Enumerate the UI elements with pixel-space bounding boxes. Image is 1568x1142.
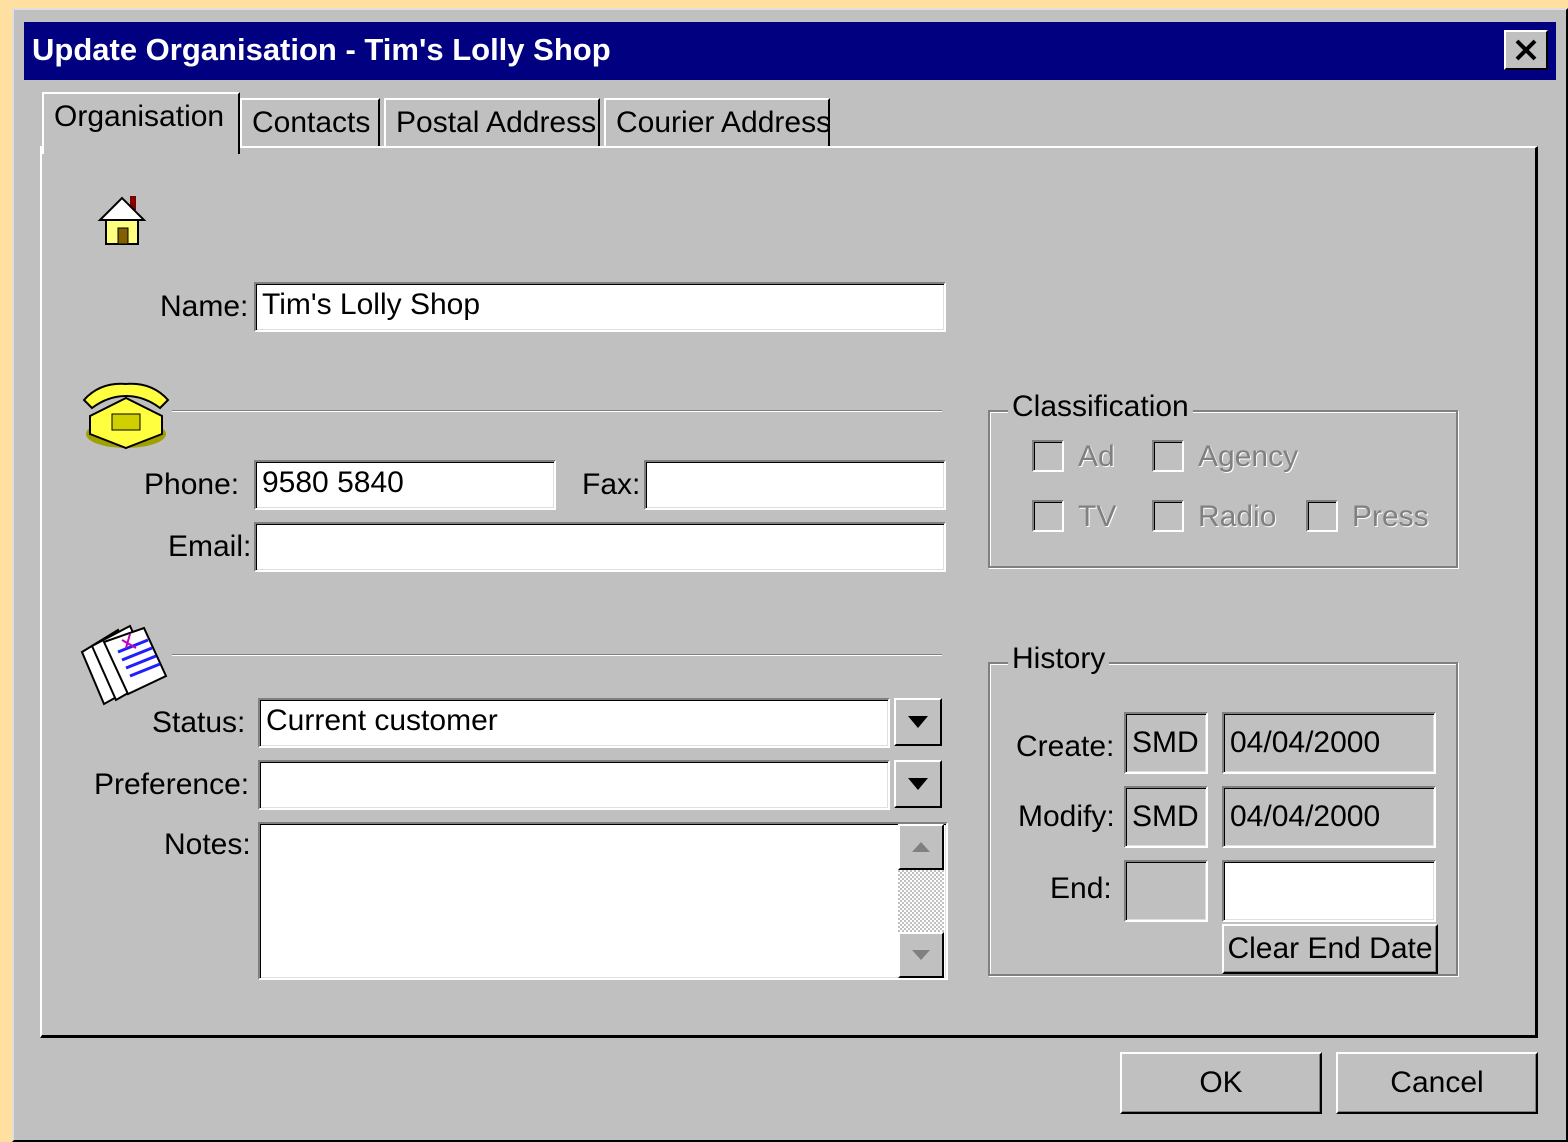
name-label: Name: — [160, 290, 249, 323]
telephone-icon — [82, 382, 170, 450]
preference-select[interactable] — [258, 760, 890, 810]
title-bar[interactable]: Update Organisation - Tim's Lolly Shop — [24, 22, 1556, 80]
scroll-down-button[interactable] — [898, 932, 944, 978]
fax-label: Fax: — [582, 468, 641, 501]
tab-organisation[interactable]: Organisation — [42, 92, 240, 154]
create-label: Create: — [1016, 730, 1115, 763]
ad-checkbox[interactable] — [1032, 440, 1064, 472]
ad-label: Ad — [1078, 440, 1115, 473]
notes-label: Notes: — [164, 828, 251, 861]
tab-postal-address-label: Postal Address — [396, 106, 597, 139]
notes-textarea[interactable] — [258, 822, 948, 980]
history-title: History — [1008, 642, 1110, 676]
tab-contacts[interactable]: Contacts — [240, 98, 380, 150]
name-input[interactable]: Tim's Lolly Shop — [254, 282, 946, 332]
phone-input[interactable]: 9580 5840 — [254, 460, 556, 510]
modify-label: Modify: — [1018, 800, 1115, 833]
close-button[interactable] — [1504, 30, 1548, 70]
tab-courier-address[interactable]: Courier Address — [604, 98, 832, 150]
press-checkbox[interactable] — [1306, 500, 1338, 532]
history-group: History Create: SMD 04/04/2000 Modify: S… — [988, 642, 1458, 976]
contact-separator — [172, 410, 942, 412]
status-label: Status: — [152, 706, 246, 739]
chevron-down-icon — [908, 716, 928, 728]
ok-label: OK — [1199, 1066, 1243, 1099]
agency-checkbox[interactable] — [1152, 440, 1184, 472]
cancel-label: Cancel — [1390, 1066, 1484, 1099]
end-date-input[interactable] — [1222, 860, 1436, 922]
chevron-down-icon — [912, 950, 930, 960]
notes-separator — [172, 654, 942, 656]
modify-date-field: 04/04/2000 — [1222, 786, 1436, 848]
chevron-up-icon — [912, 842, 930, 852]
email-label: Email: — [168, 530, 252, 563]
preference-dropdown-button[interactable] — [894, 760, 942, 808]
scroll-up-button[interactable] — [898, 824, 944, 870]
cancel-button[interactable]: Cancel — [1336, 1052, 1538, 1114]
end-label: End: — [1050, 872, 1112, 905]
tab-courier-address-label: Courier Address — [616, 106, 832, 139]
classification-title: Classification — [1008, 390, 1193, 424]
chevron-down-icon — [908, 778, 928, 790]
modify-user-field: SMD — [1124, 786, 1208, 848]
email-input[interactable] — [254, 522, 946, 572]
agency-label: Agency — [1198, 440, 1299, 473]
radio-label: Radio — [1198, 500, 1277, 533]
preference-label: Preference: — [94, 768, 250, 801]
clear-end-date-button[interactable]: Clear End Date — [1222, 924, 1438, 974]
classification-group: Classification Ad Agency TV Radio Press — [988, 390, 1458, 568]
ok-button[interactable]: OK — [1120, 1052, 1322, 1114]
window-title: Update Organisation - Tim's Lolly Shop — [32, 32, 611, 67]
status-dropdown-button[interactable] — [894, 698, 942, 746]
create-date-field: 04/04/2000 — [1222, 712, 1436, 774]
tab-postal-address[interactable]: Postal Address — [384, 98, 600, 150]
organisation-tab-panel: Name: Tim's Lolly Shop Phone: 9580 5840 … — [40, 146, 1538, 1038]
tab-organisation-label: Organisation — [54, 100, 225, 133]
phone-label: Phone: — [144, 468, 240, 501]
end-user-field — [1124, 860, 1208, 922]
status-select[interactable]: Current customer — [258, 698, 890, 748]
notes-icon — [80, 624, 168, 706]
radio-checkbox[interactable] — [1152, 500, 1184, 532]
clear-end-date-label: Clear End Date — [1227, 932, 1433, 965]
press-label: Press — [1352, 500, 1429, 533]
house-icon — [97, 196, 147, 245]
tab-contacts-label: Contacts — [252, 106, 371, 139]
create-user-field: SMD — [1124, 712, 1208, 774]
tv-checkbox[interactable] — [1032, 500, 1064, 532]
tv-label: TV — [1078, 500, 1117, 533]
close-icon — [1515, 39, 1537, 61]
notes-scrollbar[interactable] — [898, 824, 944, 978]
update-organisation-dialog: Update Organisation - Tim's Lolly Shop O… — [12, 8, 1568, 1142]
fax-input[interactable] — [644, 460, 946, 510]
